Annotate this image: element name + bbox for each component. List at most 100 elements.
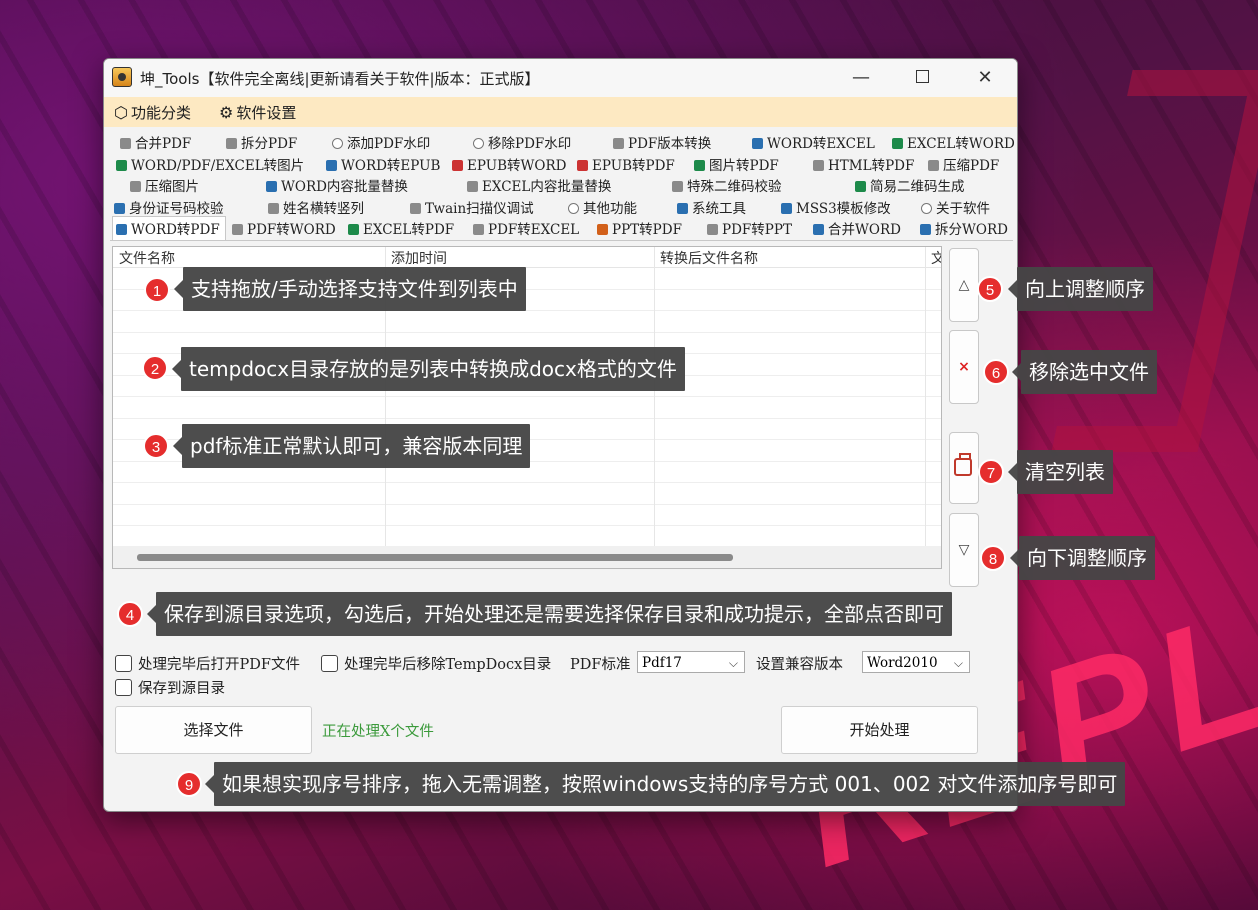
tab-mss3-template[interactable]: MSS3模板修改 [781,197,891,217]
tab-other-functions[interactable]: 其他功能 [568,197,637,217]
tab-html-to-pdf[interactable]: HTML转PDF [813,154,914,174]
column-more[interactable]: 文 [925,248,941,268]
column-converted-name[interactable]: 转换后文件名称 [654,248,758,268]
checkbox-box[interactable] [321,655,338,672]
gear-icon: ⚙ [219,103,234,122]
checkbox-box[interactable] [115,655,132,672]
pdf-icon [473,224,484,236]
tab-add-watermark[interactable]: 添加PDF水印 [332,132,430,152]
tab-label: PDF转WORD [247,222,336,239]
gear-icon [677,202,688,214]
pdf-standard-select[interactable]: Pdf17 ⌵ [637,651,745,673]
tab-label: HTML转PDF [828,157,915,174]
tab-label: 简易二维码生成 [870,179,965,196]
info-icon [921,202,932,214]
remove-selected-button[interactable]: × [949,330,979,404]
tab-to-image[interactable]: WORD/PDF/EXCEL转图片 [116,154,304,174]
tab-pdf-to-ppt[interactable]: PDF转PPT [707,218,792,238]
tab-qr-generate[interactable]: 简易二维码生成 [855,175,965,195]
tab-epub-to-word[interactable]: EPUB转WORD [452,154,566,174]
html-icon [813,159,824,171]
tab-twain-scanner[interactable]: Twain扫描仪调试 [410,197,534,217]
gear-icon [781,202,792,214]
tab-merge-pdf[interactable]: 合并PDF [120,132,191,152]
minimize-button[interactable]: — [838,63,884,93]
tab-pdf-to-excel[interactable]: PDF转EXCEL [473,218,579,238]
tab-word-to-pdf[interactable]: WORD转PDF [112,216,226,241]
scrollbar-thumb[interactable] [137,554,733,561]
tab-row-4: 身份证号码校验 姓名横转竖列 Twain扫描仪调试 其他功能 系统工具 MSS3… [110,196,1013,218]
pdf-icon [613,138,624,149]
tab-label: EXCEL转PDF [363,222,455,239]
select-file-button[interactable]: 选择文件 [115,706,312,754]
close-icon: × [958,359,970,375]
tab-name-vertical[interactable]: 姓名横转竖列 [268,197,364,217]
tab-label: 移除PDF水印 [488,136,572,152]
move-up-button[interactable]: △ [949,248,979,322]
tab-qr-verify[interactable]: 特殊二维码校验 [672,175,782,195]
close-button[interactable]: ✕ [962,63,1008,93]
maximize-button[interactable] [899,63,945,93]
tab-merge-word[interactable]: 合并WORD [813,218,901,238]
tab-label: 添加PDF水印 [347,136,431,152]
annotation-text: 向下调整顺序 [1010,536,1155,580]
move-down-button[interactable]: ▽ [949,513,979,587]
tab-excel-to-word[interactable]: EXCEL转WORD [892,132,1015,152]
background-decoration [1051,70,1258,452]
tab-about[interactable]: 关于软件 [921,197,990,217]
annotation-number: 9 [176,771,202,797]
triangle-down-icon: ▽ [958,542,970,558]
tab-excel-replace[interactable]: EXCEL内容批量替换 [467,175,611,195]
watermark-icon [332,138,343,149]
tab-label: WORD转EXCEL [767,136,875,152]
tab-image-to-pdf[interactable]: 图片转PDF [694,154,779,174]
qr-code-icon [855,181,866,193]
list-row [113,483,941,505]
open-pdf-checkbox[interactable]: 处理完毕后打开PDF文件 [115,653,300,674]
column-file-name[interactable]: 文件名称 [113,248,175,268]
tab-pdf-version[interactable]: PDF版本转换 [613,132,711,152]
menu-categories-label: 功能分类 [130,104,191,122]
tab-label: PDF转PPT [722,222,792,239]
scan-icon [672,181,683,193]
tab-compress-pdf[interactable]: 压缩PDF [928,154,999,174]
epub-icon [452,159,463,171]
compress-icon [928,159,939,171]
tab-excel-to-pdf[interactable]: EXCEL转PDF [348,218,454,238]
tab-word-to-epub[interactable]: WORD转EPUB [326,154,440,174]
column-added-time[interactable]: 添加时间 [385,248,447,268]
annotation-text: 支持拖放/手动选择支持文件到列表中 [174,267,526,311]
tab-pdf-to-word[interactable]: PDF转WORD [232,218,336,238]
tab-id-verify[interactable]: 身份证号码校验 [114,197,224,217]
app-logo-icon [112,67,132,87]
tab-remove-watermark[interactable]: 移除PDF水印 [473,132,571,152]
tab-compress-image[interactable]: 压缩图片 [130,175,199,195]
list-row [113,505,941,526]
remove-tempdocx-checkbox[interactable]: 处理完毕后移除TempDocx目录 [321,653,551,674]
tab-label: PDF版本转换 [628,136,712,152]
menu-settings[interactable]: ⚙ 软件设置 [219,102,296,123]
chevron-down-icon: ⌵ [728,656,738,670]
annotation-number: 1 [144,277,170,303]
tab-split-word[interactable]: 拆分WORD [920,218,1008,238]
annotation-text: pdf标准正常默认即可，兼容版本同理 [172,424,531,468]
tab-label: 压缩图片 [145,179,199,196]
image-icon [694,159,705,171]
start-processing-button[interactable]: 开始处理 [781,706,978,754]
checkbox-box[interactable] [115,679,132,696]
clear-list-button[interactable] [949,432,979,504]
chevron-down-icon: ⌵ [953,656,963,670]
tab-row-5: WORD转PDF PDF转WORD EXCEL转PDF PDF转EXCEL PP… [110,216,1013,241]
compat-version-select[interactable]: Word2010 ⌵ [862,651,970,673]
tab-word-to-excel[interactable]: WORD转EXCEL [752,132,875,152]
save-to-source-checkbox[interactable]: 保存到源目录 [115,677,225,698]
tab-epub-to-pdf[interactable]: EPUB转PDF [577,154,675,174]
horizontal-scrollbar[interactable] [113,546,941,568]
tab-word-replace[interactable]: WORD内容批量替换 [266,175,408,195]
tab-row-2: WORD/PDF/EXCEL转图片 WORD转EPUB EPUB转WORD EP… [110,153,1013,175]
tab-system-tools[interactable]: 系统工具 [677,197,746,217]
annotation-number: 6 [983,359,1009,385]
tab-split-pdf[interactable]: 拆分PDF [226,132,297,152]
menu-categories[interactable]: ⬡ 功能分类 [114,102,191,123]
tab-ppt-to-pdf[interactable]: PPT转PDF [597,218,682,238]
